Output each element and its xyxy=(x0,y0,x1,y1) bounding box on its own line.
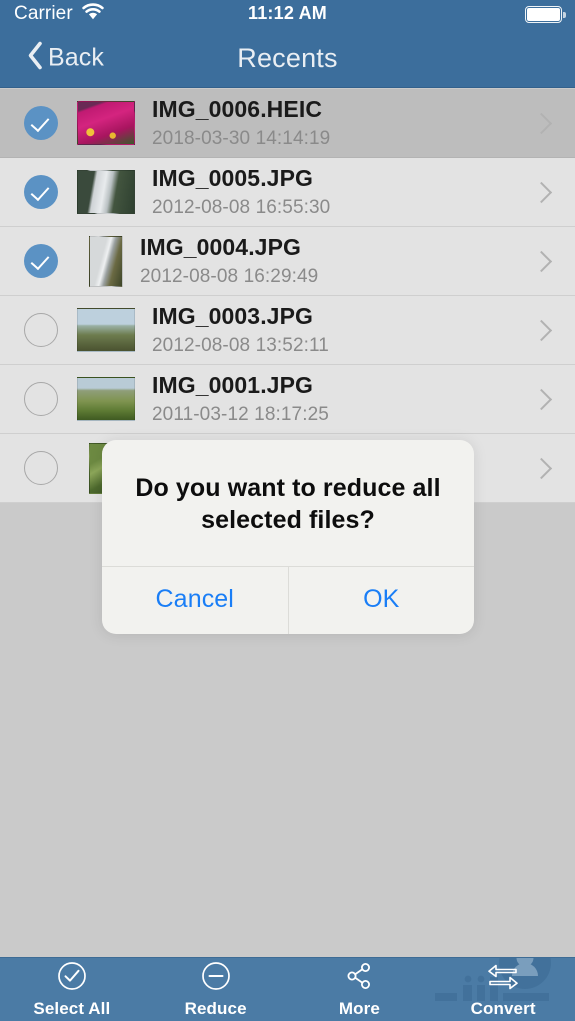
chevron-right-icon[interactable] xyxy=(530,319,553,341)
dialog-title: Do you want to reduce all selected files… xyxy=(135,474,441,534)
checkbox-unchecked-icon[interactable] xyxy=(24,382,58,416)
file-name: IMG_0003.JPG xyxy=(152,303,314,329)
dialog-actions: Cancel OK xyxy=(102,566,474,634)
share-nodes-icon xyxy=(344,961,374,996)
file-info: IMG_0001.JPG 2011-03-12 18:17:25 xyxy=(152,372,534,426)
page-title: Recents xyxy=(237,42,338,73)
file-date: 2012-08-08 16:29:49 xyxy=(140,266,319,287)
file-row[interactable]: IMG_0003.JPG 2012-08-08 13:52:11 xyxy=(0,296,575,365)
more-label: More xyxy=(338,999,380,1018)
file-date: 2011-03-12 18:17:25 xyxy=(152,404,329,425)
chevron-right-icon[interactable] xyxy=(530,112,553,134)
check-circle-icon xyxy=(57,961,87,996)
file-row[interactable]: IMG_0005.JPG 2012-08-08 16:55:30 xyxy=(0,158,575,227)
file-row[interactable]: IMG_0004.JPG 2012-08-08 16:29:49 xyxy=(0,227,575,296)
file-info: IMG_0005.JPG 2012-08-08 16:55:30 xyxy=(152,165,534,219)
reduce-label: Reduce xyxy=(184,999,247,1018)
file-row[interactable]: IMG_0001.JPG 2011-03-12 18:17:25 xyxy=(0,365,575,434)
convert-button[interactable]: Convert xyxy=(431,958,575,1021)
chevron-right-icon[interactable] xyxy=(530,457,553,479)
chevron-right-icon[interactable] xyxy=(530,388,553,410)
checkbox-checked-icon[interactable] xyxy=(24,175,58,209)
file-thumbnail xyxy=(77,308,135,352)
bottom-toolbar: Select All Reduce More Convert xyxy=(0,957,575,1021)
chevron-right-icon[interactable] xyxy=(530,250,553,272)
file-thumbnail xyxy=(77,170,135,214)
chevron-right-icon[interactable] xyxy=(530,181,553,203)
app-screen: Carrier 11:12 AM Back Recents IMG_0006.H… xyxy=(0,0,575,1021)
battery-full-icon xyxy=(525,6,566,23)
file-date: 2018-03-30 14:14:19 xyxy=(152,128,331,149)
select-all-button[interactable]: Select All xyxy=(0,958,144,1021)
dialog-body: Do you want to reduce all selected files… xyxy=(102,440,474,566)
file-date: 2012-08-08 13:52:11 xyxy=(152,335,329,356)
file-info: IMG_0003.JPG 2012-08-08 13:52:11 xyxy=(152,303,534,357)
file-info: IMG_0004.JPG 2012-08-08 16:29:49 xyxy=(140,234,534,288)
ok-button[interactable]: OK xyxy=(287,567,475,634)
minus-circle-icon xyxy=(201,961,231,996)
file-date: 2012-08-08 16:55:30 xyxy=(152,197,331,218)
file-thumbnail xyxy=(77,377,135,421)
file-thumbnail xyxy=(77,101,135,145)
checkbox-checked-icon[interactable] xyxy=(24,244,58,278)
reduce-confirmation-dialog: Do you want to reduce all selected files… xyxy=(102,440,474,634)
file-info: IMG_0006.HEIC 2018-03-30 14:14:19 xyxy=(152,96,534,150)
cancel-button[interactable]: Cancel xyxy=(102,567,288,634)
convert-arrows-icon xyxy=(486,961,520,996)
file-thumbnail xyxy=(89,235,123,287)
file-name: IMG_0004.JPG xyxy=(140,234,302,260)
file-name: IMG_0005.JPG xyxy=(152,165,314,191)
reduce-button[interactable]: Reduce xyxy=(144,958,288,1021)
more-button[interactable]: More xyxy=(288,958,432,1021)
convert-label: Convert xyxy=(470,999,536,1018)
status-bar-clock: 11:12 AM xyxy=(248,3,327,23)
file-row[interactable]: IMG_0006.HEIC 2018-03-30 14:14:19 xyxy=(0,89,575,158)
select-all-label: Select All xyxy=(33,999,111,1018)
status-bar: Carrier 11:12 AM xyxy=(0,0,575,28)
file-name: IMG_0001.JPG xyxy=(152,372,314,398)
checkbox-unchecked-icon[interactable] xyxy=(24,313,58,347)
checkbox-checked-icon[interactable] xyxy=(24,106,58,140)
checkbox-unchecked-icon[interactable] xyxy=(24,451,58,485)
file-name: IMG_0006.HEIC xyxy=(152,96,323,122)
navigation-bar: Back Recents xyxy=(0,28,575,88)
